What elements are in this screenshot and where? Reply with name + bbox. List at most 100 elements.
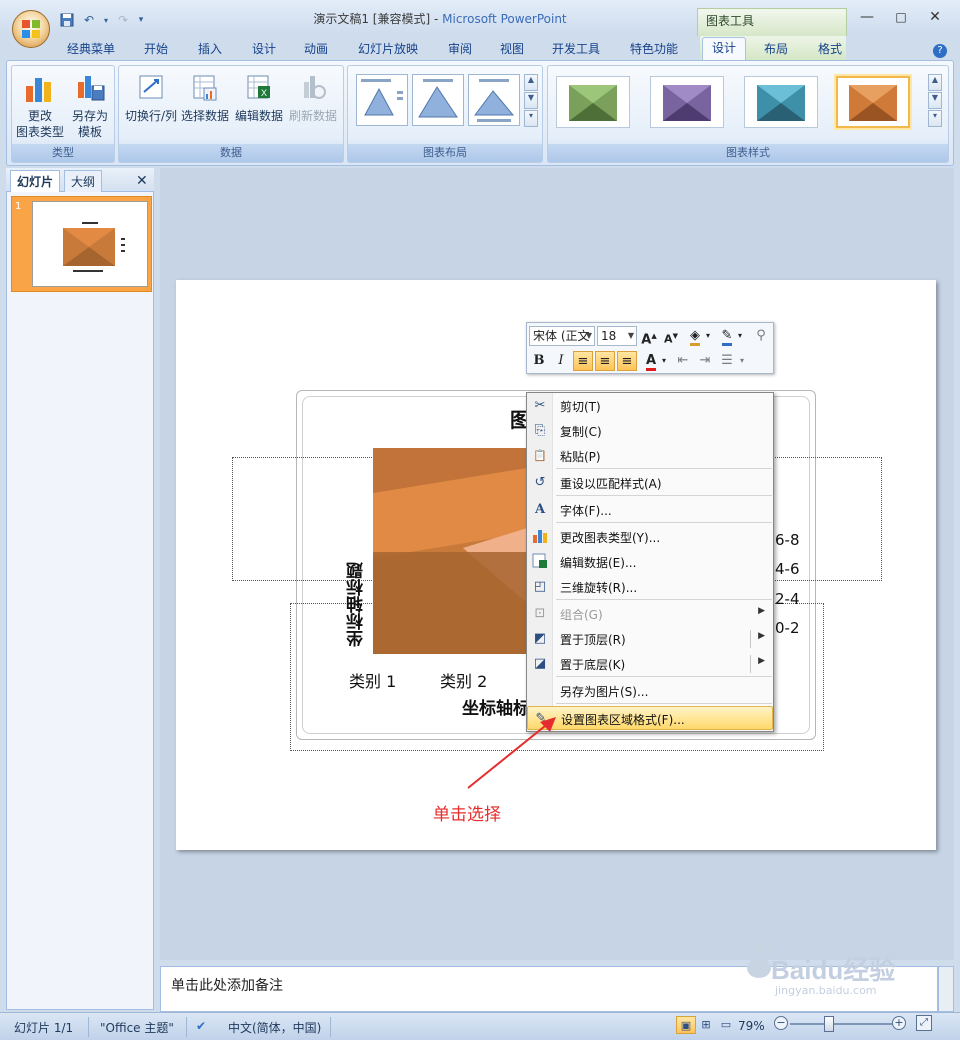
chart-style-green[interactable] xyxy=(556,76,630,128)
customize-qat-icon[interactable]: ▾ xyxy=(136,11,146,29)
increase-indent-icon[interactable]: ⇥ xyxy=(695,351,715,371)
layout-scroll-up-icon[interactable]: ▲ xyxy=(524,74,538,91)
bullets-icon[interactable]: ☰ xyxy=(717,351,737,371)
tab-outline[interactable]: 大纲 xyxy=(64,170,103,192)
font-name-dropdown-icon[interactable]: ▼ xyxy=(586,327,592,345)
menu-item-bring-to-front[interactable]: ◩ 置于顶层(R) ▶ xyxy=(527,627,773,651)
panel-tabs: 幻灯片 大纲 ✕ xyxy=(6,168,154,192)
save-icon[interactable] xyxy=(58,11,76,29)
tab-insert[interactable]: 插入 xyxy=(190,39,230,59)
line-color-icon[interactable]: ✎ xyxy=(717,326,737,346)
menu-item-save-as-picture[interactable]: 另存为图片(S)... xyxy=(527,679,773,703)
refresh-data-button[interactable]: 刷新数据 xyxy=(287,72,339,124)
close-panel-icon[interactable]: ✕ xyxy=(130,170,154,192)
style-more-icon[interactable]: ▾ xyxy=(928,110,942,127)
office-button[interactable] xyxy=(12,10,50,48)
notes-scrollbar[interactable] xyxy=(938,966,954,1012)
tab-chart-layout[interactable]: 布局 xyxy=(756,39,796,59)
normal-view-icon[interactable]: ▣ xyxy=(676,1016,696,1034)
menu-item-send-to-back[interactable]: ◪ 置于底层(K) ▶ xyxy=(527,652,773,676)
zoom-level[interactable]: 79% xyxy=(738,1019,765,1033)
shrink-font-icon[interactable]: A▼ xyxy=(661,326,681,346)
tab-review[interactable]: 审阅 xyxy=(440,39,480,59)
menu-item-copy[interactable]: ⎘ 复制(C) xyxy=(527,419,773,443)
tab-special[interactable]: 特色功能 xyxy=(622,39,686,59)
zoom-slider-track[interactable] xyxy=(790,1023,900,1025)
menu-item-label: 另存为图片(S)... xyxy=(560,685,649,699)
font-size-combo[interactable]: 18 ▼ xyxy=(597,326,637,346)
chart-surface[interactable] xyxy=(373,448,527,654)
style-scroll-up-icon[interactable]: ▲ xyxy=(928,74,942,91)
zoom-out-icon[interactable]: − xyxy=(774,1016,788,1030)
menu-item-paste[interactable]: 📋 粘贴(P) xyxy=(527,444,773,468)
save-as-template-button[interactable]: 另存为 模板 xyxy=(66,72,114,140)
layout-scroll-down-icon[interactable]: ▼ xyxy=(524,92,538,109)
maximize-button[interactable]: □ xyxy=(886,6,916,28)
chart-style-teal[interactable] xyxy=(744,76,818,128)
status-language[interactable]: 中文(简体，中国) xyxy=(228,1019,321,1036)
align-right-icon[interactable]: ≡ xyxy=(617,351,637,371)
minimize-button[interactable]: — xyxy=(852,6,882,28)
menu-item-edit-data[interactable]: 编辑数据(E)... xyxy=(527,550,773,574)
close-button[interactable]: ✕ xyxy=(920,6,950,28)
align-left-icon[interactable]: ≡ xyxy=(573,351,593,371)
tab-slides[interactable]: 幻灯片 xyxy=(10,170,61,192)
tab-animation[interactable]: 动画 xyxy=(296,39,336,59)
bullets-dropdown-icon[interactable]: ▾ xyxy=(737,351,747,371)
font-color-icon[interactable]: A xyxy=(641,351,661,371)
fill-color-dropdown-icon[interactable]: ▾ xyxy=(703,326,713,346)
help-icon[interactable]: ? xyxy=(930,39,950,59)
status-theme[interactable]: "Office 主题" xyxy=(100,1019,174,1036)
tab-chart-design[interactable]: 设计 xyxy=(702,37,746,60)
menu-item-change-chart-type[interactable]: 更改图表类型(Y)... xyxy=(527,525,773,549)
fit-to-window-icon[interactable]: ⤢ xyxy=(916,1015,932,1031)
bold-button[interactable]: B xyxy=(529,351,549,371)
tab-slideshow[interactable]: 幻灯片放映 xyxy=(350,39,426,59)
tab-chart-format[interactable]: 格式 xyxy=(810,39,850,59)
undo-icon[interactable]: ↶ xyxy=(80,11,98,29)
submenu-arrow-icon[interactable]: ▶ xyxy=(758,631,765,641)
format-painter-icon[interactable]: ⚲ xyxy=(751,326,771,346)
spell-check-icon[interactable]: ✔ xyxy=(196,1019,206,1033)
fill-color-icon[interactable]: ◈ xyxy=(685,326,705,346)
font-color-dropdown-icon[interactable]: ▾ xyxy=(659,351,669,371)
redo-icon[interactable]: ↷ xyxy=(114,11,132,29)
chart-style-orange-selected[interactable] xyxy=(836,76,910,128)
switch-row-column-button[interactable]: 切换行/列 xyxy=(123,72,179,124)
select-data-button[interactable]: 选择数据 xyxy=(179,72,231,124)
font-name-combo[interactable]: 宋体 (正文 ▼ xyxy=(529,326,595,346)
slide-sorter-view-icon[interactable]: ⊞ xyxy=(696,1016,716,1034)
slide-thumbnail-item[interactable]: 1 xyxy=(11,196,152,292)
y-axis-title[interactable]: 坐标轴标题 xyxy=(344,555,370,655)
submenu-arrow-icon[interactable]: ▶ xyxy=(758,656,765,666)
menu-item-reset-style[interactable]: ↺ 重设以匹配样式(A) xyxy=(527,471,773,495)
menu-item-3d-rotation[interactable]: ◰ 三维旋转(R)... xyxy=(527,575,773,599)
decrease-indent-icon[interactable]: ⇤ xyxy=(673,351,693,371)
align-center-icon[interactable]: ≡ xyxy=(595,351,615,371)
font-size-dropdown-icon[interactable]: ▼ xyxy=(628,327,634,345)
zoom-in-icon[interactable]: + xyxy=(892,1016,906,1030)
chart-style-purple[interactable] xyxy=(650,76,724,128)
tab-design[interactable]: 设计 xyxy=(244,39,284,59)
menu-item-font[interactable]: A 字体(F)... xyxy=(527,498,773,522)
change-chart-type-button[interactable]: 更改 图表类型 xyxy=(16,72,64,140)
tab-view[interactable]: 视图 xyxy=(492,39,532,59)
tab-home[interactable]: 开始 xyxy=(136,39,176,59)
line-color-dropdown-icon[interactable]: ▾ xyxy=(735,326,745,346)
layout-option-3[interactable] xyxy=(468,74,520,126)
edit-data-button[interactable]: X 编辑数据 xyxy=(233,72,285,124)
slide-thumbnail[interactable] xyxy=(32,201,148,287)
menu-item-cut[interactable]: ✂ 剪切(T) xyxy=(527,394,773,418)
grow-font-icon[interactable]: A▲ xyxy=(639,326,659,347)
layout-more-icon[interactable]: ▾ xyxy=(524,110,538,127)
tab-developer[interactable]: 开发工具 xyxy=(544,39,608,59)
layout-option-2[interactable] xyxy=(412,74,464,126)
italic-button[interactable]: I xyxy=(551,351,571,371)
undo-dropdown-icon[interactable]: ▾ xyxy=(102,11,110,29)
style-scroll-down-icon[interactable]: ▼ xyxy=(928,92,942,109)
slideshow-view-icon[interactable]: ▭ xyxy=(716,1016,736,1034)
layout-option-1[interactable] xyxy=(356,74,408,126)
tab-classic-menu[interactable]: 经典菜单 xyxy=(60,39,122,59)
zoom-slider-thumb[interactable] xyxy=(824,1016,834,1032)
menu-item-group[interactable]: ⊡ 组合(G) ▶ xyxy=(527,602,773,626)
